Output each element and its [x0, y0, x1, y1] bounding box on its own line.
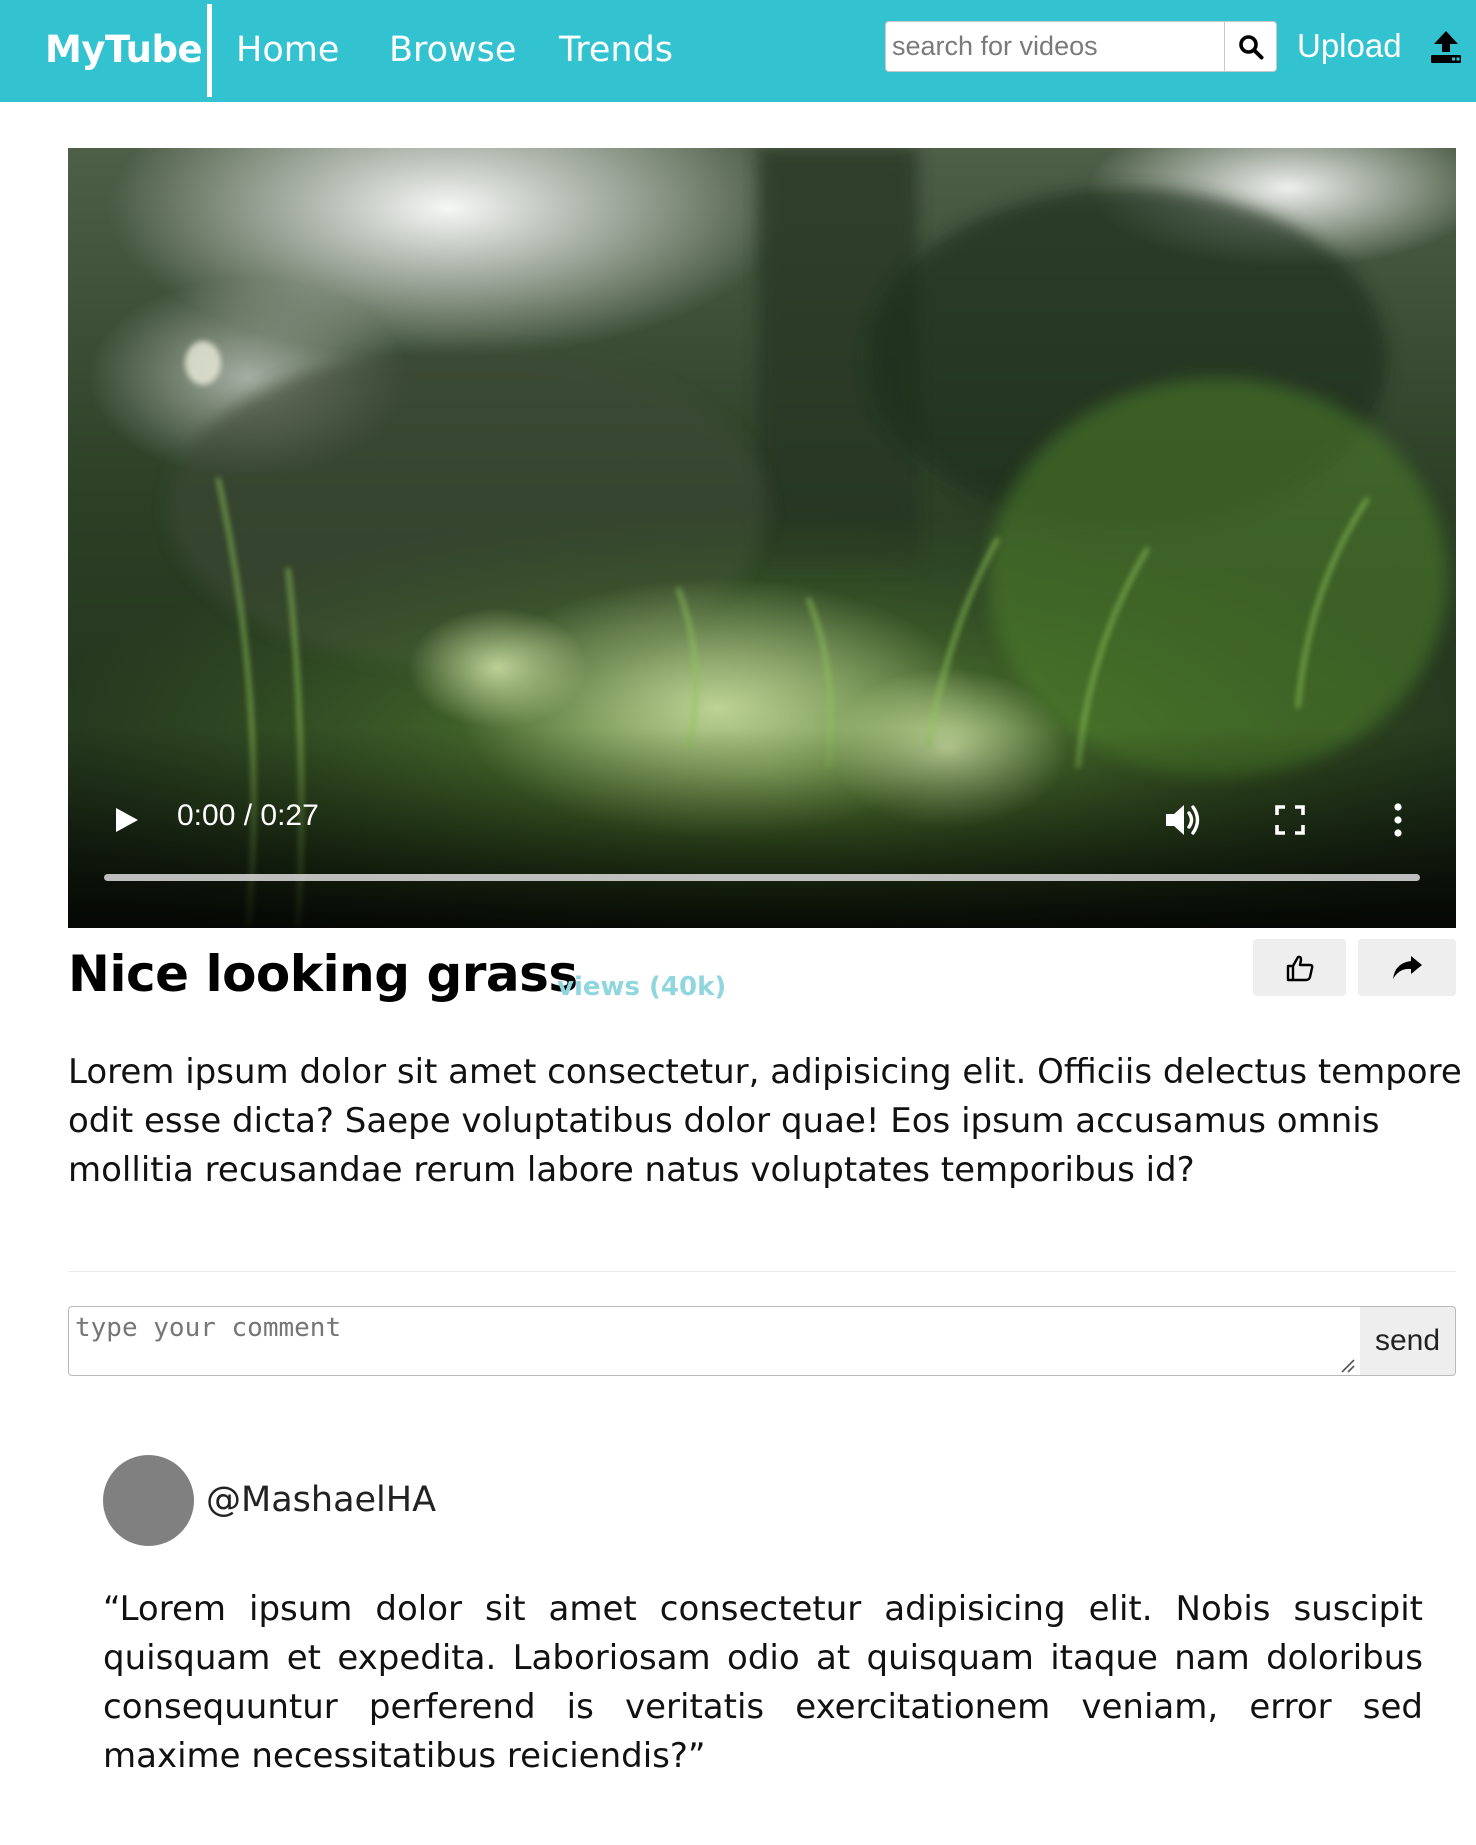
share-arrow-icon: [1393, 955, 1422, 979]
send-button[interactable]: send: [1360, 1306, 1456, 1376]
comment-text: “Lorem ipsum dolor sit amet consectetur …: [103, 1589, 1423, 1776]
video-title: Nice looking grass: [68, 945, 578, 1003]
avatar[interactable]: [103, 1455, 194, 1546]
search-button[interactable]: [1224, 22, 1276, 71]
search-icon: [1238, 34, 1263, 59]
search-input[interactable]: [886, 22, 1225, 71]
section-divider: [68, 1271, 1456, 1272]
nav-link-browse[interactable]: Browse: [389, 30, 516, 70]
more-options-icon[interactable]: [1390, 802, 1406, 838]
thumbs-up-icon: [1286, 955, 1313, 981]
video-progress-bar[interactable]: [104, 874, 1420, 881]
comment-username[interactable]: @MashaelHA: [206, 1480, 436, 1520]
view-count: views (40k): [557, 972, 727, 1002]
brand-logo[interactable]: MyTube: [45, 28, 203, 71]
like-button[interactable]: [1253, 939, 1346, 996]
upload-link[interactable]: Upload: [1297, 27, 1402, 65]
video-player[interactable]: 0:00 / 0:27: [68, 148, 1456, 928]
fullscreen-icon[interactable]: [1274, 804, 1306, 836]
video-description: Lorem ipsum dolor sit amet consectetur, …: [68, 1052, 1462, 1190]
play-icon[interactable]: [110, 804, 142, 836]
volume-icon[interactable]: [1163, 801, 1203, 839]
share-button[interactable]: [1358, 939, 1456, 996]
comment-input[interactable]: [68, 1306, 1361, 1376]
upload-icon[interactable]: [1430, 30, 1462, 64]
top-navbar: MyTube Home Browse Trends Upload: [0, 0, 1476, 102]
video-time: 0:00 / 0:27: [177, 799, 319, 832]
brand-divider: [207, 4, 212, 97]
resize-grip-icon[interactable]: [1336, 1354, 1356, 1374]
search-box: [885, 21, 1277, 72]
nav-link-trends[interactable]: Trends: [559, 30, 673, 70]
nav-link-home[interactable]: Home: [236, 30, 339, 70]
